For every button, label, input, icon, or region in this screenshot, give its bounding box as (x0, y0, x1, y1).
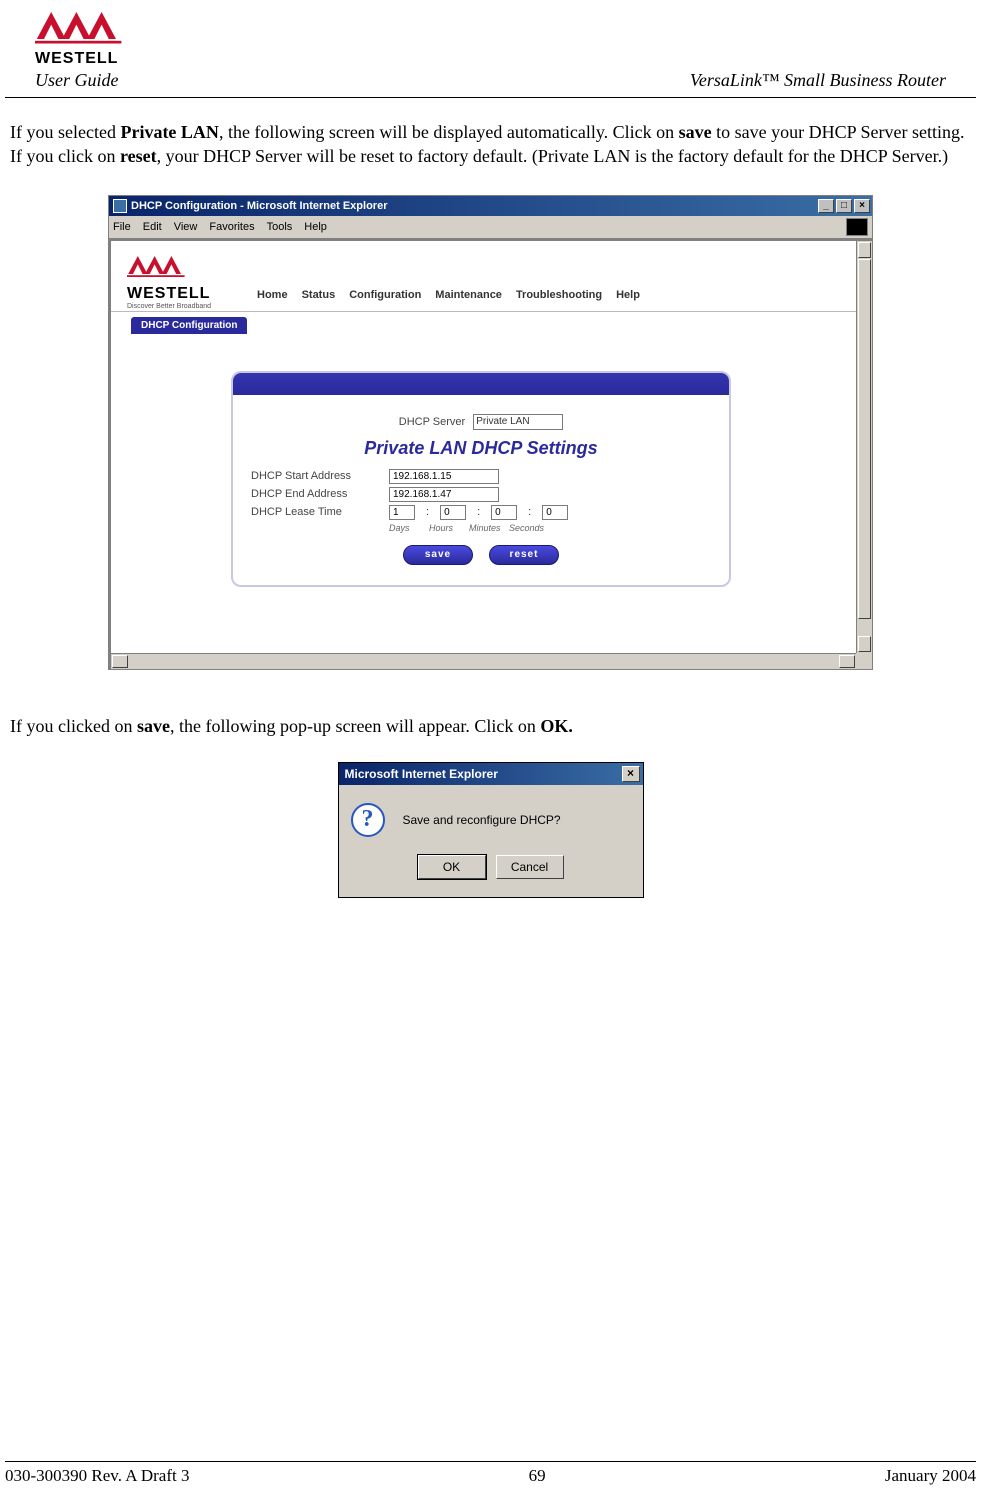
question-icon: ? (351, 803, 385, 837)
dialog-titlebar: Microsoft Internet Explorer × (339, 763, 643, 785)
nav-home[interactable]: Home (257, 289, 288, 301)
dialog-message: Save and reconfigure DHCP? (403, 813, 561, 827)
menu-edit[interactable]: Edit (143, 221, 162, 233)
footer-date: January 2004 (885, 1466, 976, 1486)
dhcp-server-select[interactable]: Private LAN (473, 414, 563, 430)
reset-button[interactable]: reset (489, 545, 559, 565)
browser-menubar: File Edit View Favorites Tools Help (109, 216, 872, 239)
window-titlebar: DHCP Configuration - Microsoft Internet … (109, 196, 872, 216)
confirm-dialog: Microsoft Internet Explorer × ? Save and… (338, 762, 644, 898)
window-maximize-button[interactable]: □ (836, 199, 852, 213)
browser-viewport: WESTELL Discover Better Broadband Home S… (109, 239, 872, 669)
window-close-button[interactable]: × (854, 199, 870, 213)
nav-troubleshooting[interactable]: Troubleshooting (516, 289, 602, 301)
panel-title: Private LAN DHCP Settings (251, 438, 711, 459)
footer-pagenum: 69 (529, 1466, 546, 1486)
unit-minutes: Minutes (469, 523, 509, 533)
window-title: DHCP Configuration - Microsoft Internet … (131, 200, 387, 212)
ie-throbber-icon (846, 218, 868, 236)
doc-subtitle: User Guide (35, 70, 119, 91)
nav-help[interactable]: Help (616, 289, 640, 301)
body-paragraph-1: If you selected Private LAN, the followi… (5, 120, 976, 169)
menu-favorites[interactable]: Favorites (209, 221, 254, 233)
menu-tools[interactable]: Tools (267, 221, 293, 233)
document-footer: 030-300390 Rev. A Draft 3 69 January 200… (5, 1461, 976, 1486)
menu-help[interactable]: Help (304, 221, 327, 233)
unit-hours: Hours (429, 523, 469, 533)
horizontal-scrollbar[interactable] (111, 653, 872, 669)
dialog-close-button[interactable]: × (622, 766, 640, 782)
lease-minutes-input[interactable] (491, 505, 517, 520)
router-tagline: Discover Better Broadband (127, 303, 237, 310)
dhcp-end-label: DHCP End Address (251, 488, 381, 500)
router-logo: WESTELL Discover Better Broadband (127, 254, 237, 310)
menu-view[interactable]: View (174, 221, 198, 233)
nav-configuration[interactable]: Configuration (349, 289, 421, 301)
lease-days-input[interactable] (389, 505, 415, 520)
dhcp-server-label: DHCP Server (399, 416, 465, 428)
panel-header-bar (233, 373, 729, 395)
browser-window: DHCP Configuration - Microsoft Internet … (108, 195, 873, 670)
router-brand: WESTELL (127, 285, 237, 303)
dhcp-end-input[interactable] (389, 487, 499, 502)
save-button[interactable]: save (403, 545, 473, 565)
nav-status[interactable]: Status (302, 289, 336, 301)
body-paragraph-2: If you clicked on save, the following po… (5, 714, 976, 738)
lease-hours-input[interactable] (440, 505, 466, 520)
dhcp-lease-label: DHCP Lease Time (251, 506, 381, 518)
dhcp-start-label: DHCP Start Address (251, 470, 381, 482)
lease-seconds-input[interactable] (542, 505, 568, 520)
dhcp-config-panel: DHCP Server Private LAN Private LAN DHCP… (231, 371, 731, 587)
document-header: WESTELL User Guide VersaLink™ Small Busi… (5, 10, 976, 98)
active-tab[interactable]: DHCP Configuration (131, 317, 247, 334)
dialog-ok-button[interactable]: OK (418, 855, 486, 879)
westell-logo-icon (35, 10, 125, 50)
window-minimize-button[interactable]: _ (818, 199, 834, 213)
dialog-cancel-button[interactable]: Cancel (496, 855, 564, 879)
unit-days: Days (389, 523, 429, 533)
footer-docnum: 030-300390 Rev. A Draft 3 (5, 1466, 189, 1486)
menu-file[interactable]: File (113, 221, 131, 233)
vertical-scrollbar[interactable] (856, 241, 872, 653)
ie-app-icon (113, 199, 127, 213)
dhcp-start-input[interactable] (389, 469, 499, 484)
unit-seconds: Seconds (509, 523, 549, 533)
brand-name: WESTELL (35, 50, 118, 68)
nav-maintenance[interactable]: Maintenance (435, 289, 502, 301)
product-title: VersaLink™ Small Business Router (690, 70, 946, 91)
dialog-title: Microsoft Internet Explorer (345, 767, 498, 781)
